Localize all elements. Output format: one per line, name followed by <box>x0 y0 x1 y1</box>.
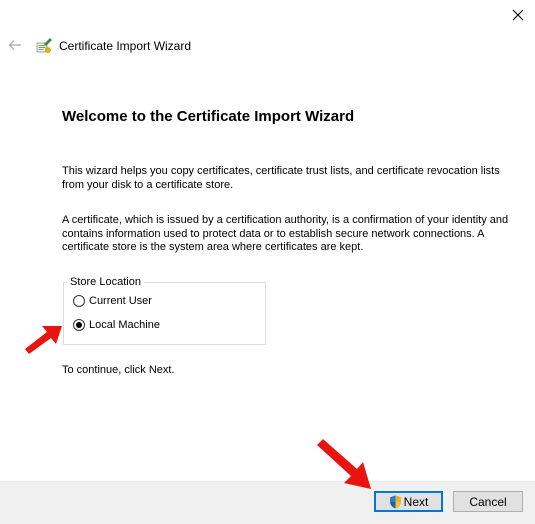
certificate-icon <box>35 36 53 54</box>
next-button[interactable]: Next <box>374 491 443 512</box>
radio-local-machine[interactable]: Local Machine <box>73 319 160 331</box>
store-location-group <box>63 282 266 345</box>
uac-shield-icon <box>389 495 402 509</box>
back-arrow-icon <box>8 40 21 50</box>
radio-local-machine-circle[interactable] <box>73 319 85 331</box>
certificate-description: A certificate, which is issued by a cert… <box>62 214 509 253</box>
intro-paragraph: This wizard helps you copy certificates,… <box>62 165 500 191</box>
radio-local-machine-label: Local Machine <box>89 319 160 331</box>
page-title: Welcome to the Certificate Import Wizard <box>62 108 355 125</box>
close-icon <box>512 9 523 21</box>
radio-current-user[interactable]: Current User <box>73 295 152 307</box>
radio-current-user-circle[interactable] <box>73 295 85 307</box>
close-button[interactable] <box>500 0 535 30</box>
store-location-label: Store Location <box>67 276 144 289</box>
window-title: Certificate Import Wizard <box>59 39 192 53</box>
red-arrow-icon <box>25 326 62 354</box>
radio-current-user-label: Current User <box>89 295 152 307</box>
continue-instruction: To continue, click Next. <box>62 364 175 376</box>
back-button[interactable] <box>2 33 28 57</box>
next-button-label: Next <box>403 494 429 509</box>
cancel-button[interactable]: Cancel <box>453 491 523 512</box>
